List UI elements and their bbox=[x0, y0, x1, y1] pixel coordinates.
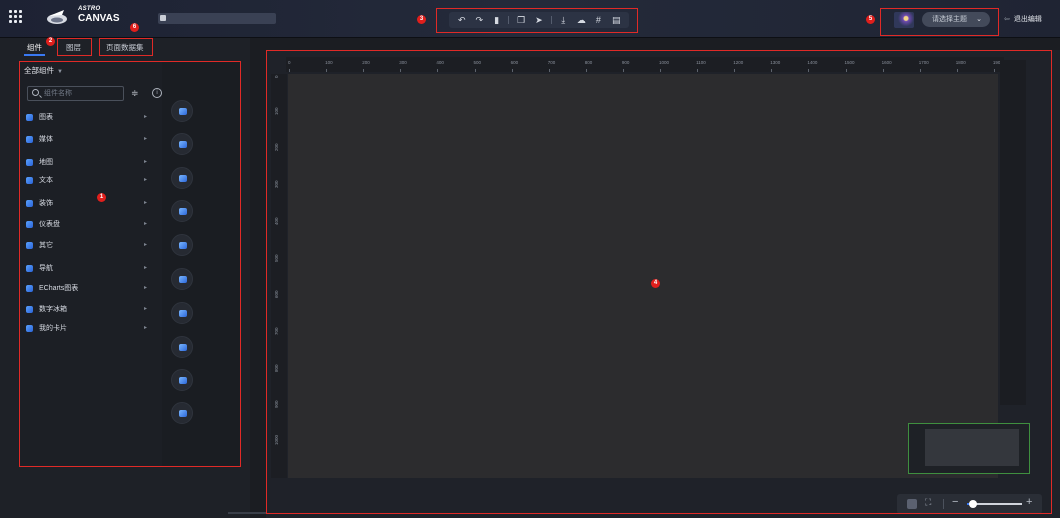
logo-line2: CANVAS bbox=[78, 13, 120, 24]
annotation-number: 1 bbox=[97, 193, 106, 202]
annotation-number: 3 bbox=[417, 15, 426, 24]
annotation-box-layers bbox=[57, 38, 92, 56]
annotation-number: 4 bbox=[651, 279, 660, 288]
apps-grid-icon[interactable] bbox=[9, 10, 23, 24]
annotation-number: 2 bbox=[46, 37, 55, 46]
document-icon bbox=[160, 15, 166, 21]
annotation-box-toolbar bbox=[436, 8, 638, 33]
exit-edit-label: 退出编辑 bbox=[1013, 16, 1042, 23]
exit-edit-button[interactable]: ⇦ 退出编辑 bbox=[1004, 14, 1042, 24]
document-title-field[interactable] bbox=[158, 13, 276, 24]
annotation-number: 5 bbox=[866, 15, 875, 24]
logo: ASTRO CANVAS bbox=[78, 6, 119, 24]
logo-emblem-icon bbox=[47, 10, 67, 24]
annotation-number: 6 bbox=[130, 23, 139, 32]
exit-icon: ⇦ bbox=[1004, 16, 1010, 23]
tab-components[interactable]: 组件 bbox=[24, 42, 45, 56]
annotation-box-datasets bbox=[99, 38, 153, 56]
logo-line1: ASTRO bbox=[78, 6, 101, 12]
annotation-box-components bbox=[19, 61, 241, 467]
annotation-box-theme bbox=[880, 8, 999, 36]
